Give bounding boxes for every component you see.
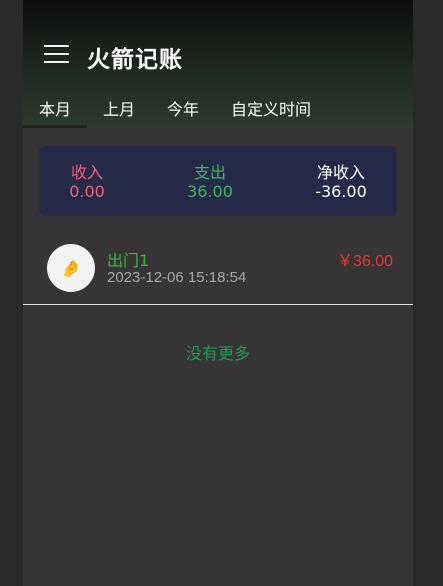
income-summary: 收入 0.00 [32,163,142,201]
app-screen: 火箭记账 本月 上月 今年 自定义时间 收入 0.00 支出 36.00 净收入… [23,0,413,586]
no-more-text: 没有更多 [185,344,250,363]
app-header: 火箭记账 本月 上月 今年 自定义时间 [23,0,413,128]
expense-value: 36.00 [187,182,233,201]
entry-amount: ￥36.00 [336,253,393,270]
income-label: 收入 [70,163,103,182]
net-income-summary: 净收入 -36.00 [286,163,396,201]
expense-summary: 支出 36.00 [155,163,265,201]
tab-last-month[interactable]: 上月 [103,96,135,120]
hamburger-menu-icon[interactable] [44,45,69,67]
tab-custom-time[interactable]: 自定义时间 [231,96,311,120]
entry-name: 出门1 [107,251,150,270]
period-tabs: 本月 上月 今年 自定义时间 [23,96,413,128]
net-income-value: -36.00 [315,182,367,201]
expense-label: 支出 [193,163,226,182]
hand-emoji-icon: 🤌 [47,244,95,292]
income-value: 0.00 [69,182,105,201]
net-income-label: 净收入 [316,163,365,182]
summary-card: 收入 0.00 支出 36.00 净收入 -36.00 [39,146,397,216]
tab-this-year[interactable]: 今年 [167,96,199,120]
page-title: 火箭记账 [87,47,183,73]
entry-time: 2023-12-06 15:18:54 [107,269,247,286]
active-tab-indicator [23,125,87,128]
list-item[interactable]: 🤌 出门1 2023-12-06 15:18:54 ￥36.00 [23,236,413,304]
tab-this-month[interactable]: 本月 [39,96,71,120]
divider [23,304,413,305]
